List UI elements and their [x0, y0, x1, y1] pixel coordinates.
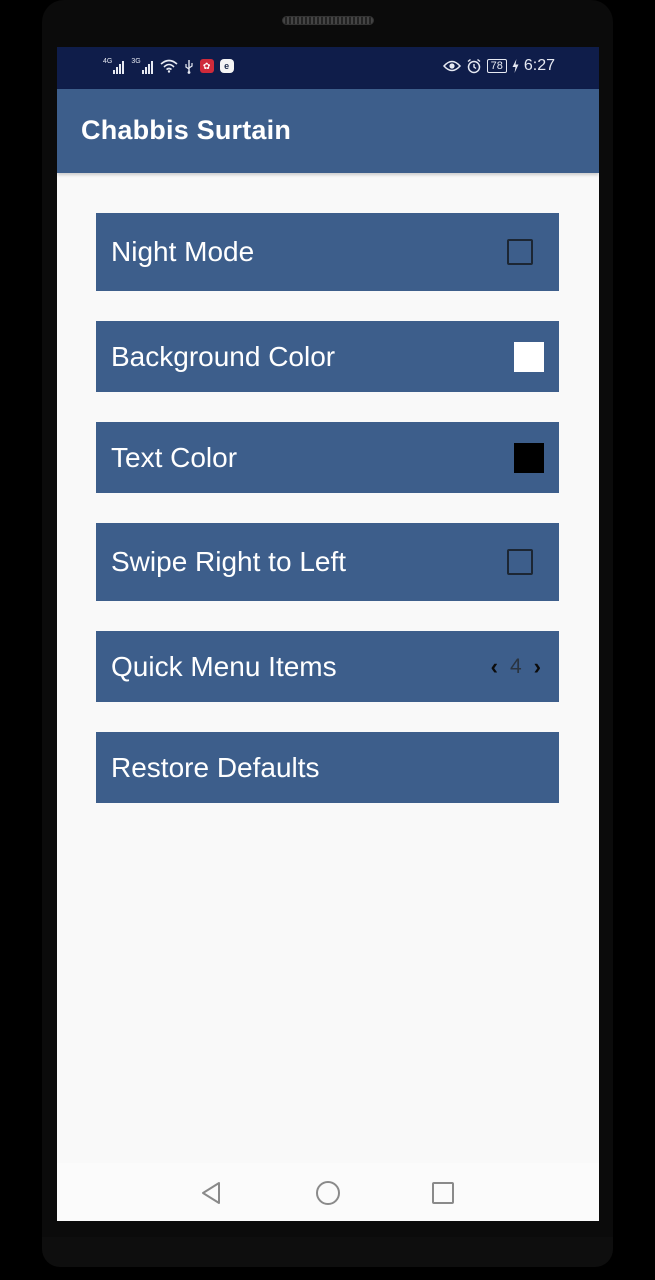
usb-icon	[185, 59, 193, 74]
home-icon[interactable]	[315, 1180, 341, 1206]
status-bar: 4G 3G ✿ e 78 6:27	[57, 47, 599, 89]
restore-defaults-label: Restore Defaults	[111, 751, 320, 783]
signal-icon: 3G	[131, 58, 153, 74]
navigation-bar	[57, 1163, 599, 1221]
app-bar: Chabbis Surtain	[57, 89, 599, 173]
background-color-row[interactable]: Background Color	[96, 321, 559, 392]
night-mode-label: Night Mode	[111, 236, 255, 267]
quick-menu-value: 4	[509, 654, 522, 678]
swipe-right-to-left-row[interactable]: Swipe Right to Left	[96, 523, 559, 601]
recents-icon[interactable]	[430, 1180, 456, 1206]
wifi-icon	[160, 59, 178, 73]
device-bottom-bezel	[42, 1237, 613, 1267]
quick-menu-items-row: Quick Menu Items ‹ 4 ›	[96, 631, 559, 702]
speaker-grille	[282, 16, 374, 25]
status-left: 4G 3G ✿ e	[103, 58, 234, 74]
quick-menu-stepper: ‹ 4 ›	[491, 655, 541, 679]
swipe-right-to-left-checkbox[interactable]	[507, 549, 533, 575]
background-color-swatch[interactable]	[514, 341, 544, 372]
network-type-2: 3G	[131, 58, 141, 65]
text-color-row[interactable]: Text Color	[96, 422, 559, 493]
charging-icon	[512, 59, 519, 73]
text-color-swatch[interactable]	[514, 442, 544, 473]
background-color-label: Background Color	[111, 340, 336, 372]
huawei-app-icon: ✿	[199, 59, 214, 73]
chevron-right-icon[interactable]: ›	[534, 655, 541, 678]
text-color-label: Text Color	[111, 441, 238, 473]
status-right: 78 6:27	[442, 57, 555, 75]
chevron-left-icon[interactable]: ‹	[491, 655, 498, 678]
restore-defaults-button[interactable]: Restore Defaults	[96, 732, 559, 803]
network-type-1: 4G	[103, 58, 113, 65]
app-title: Chabbis Surtain	[81, 115, 292, 145]
back-icon[interactable]	[199, 1180, 225, 1206]
alarm-icon	[467, 58, 481, 74]
night-mode-checkbox[interactable]	[507, 239, 533, 265]
quick-menu-items-label: Quick Menu Items	[111, 650, 337, 682]
swipe-right-to-left-label: Swipe Right to Left	[111, 546, 347, 577]
screen: 4G 3G ✿ e 78 6:27 Chabbis Surtain Night …	[57, 47, 599, 1221]
app-icon: e	[219, 59, 234, 73]
status-time: 6:27	[523, 57, 555, 74]
battery-icon: 78	[486, 59, 507, 73]
eye-comfort-icon	[442, 60, 461, 72]
night-mode-row[interactable]: Night Mode	[96, 213, 559, 291]
signal-icon: 4G	[103, 58, 125, 74]
